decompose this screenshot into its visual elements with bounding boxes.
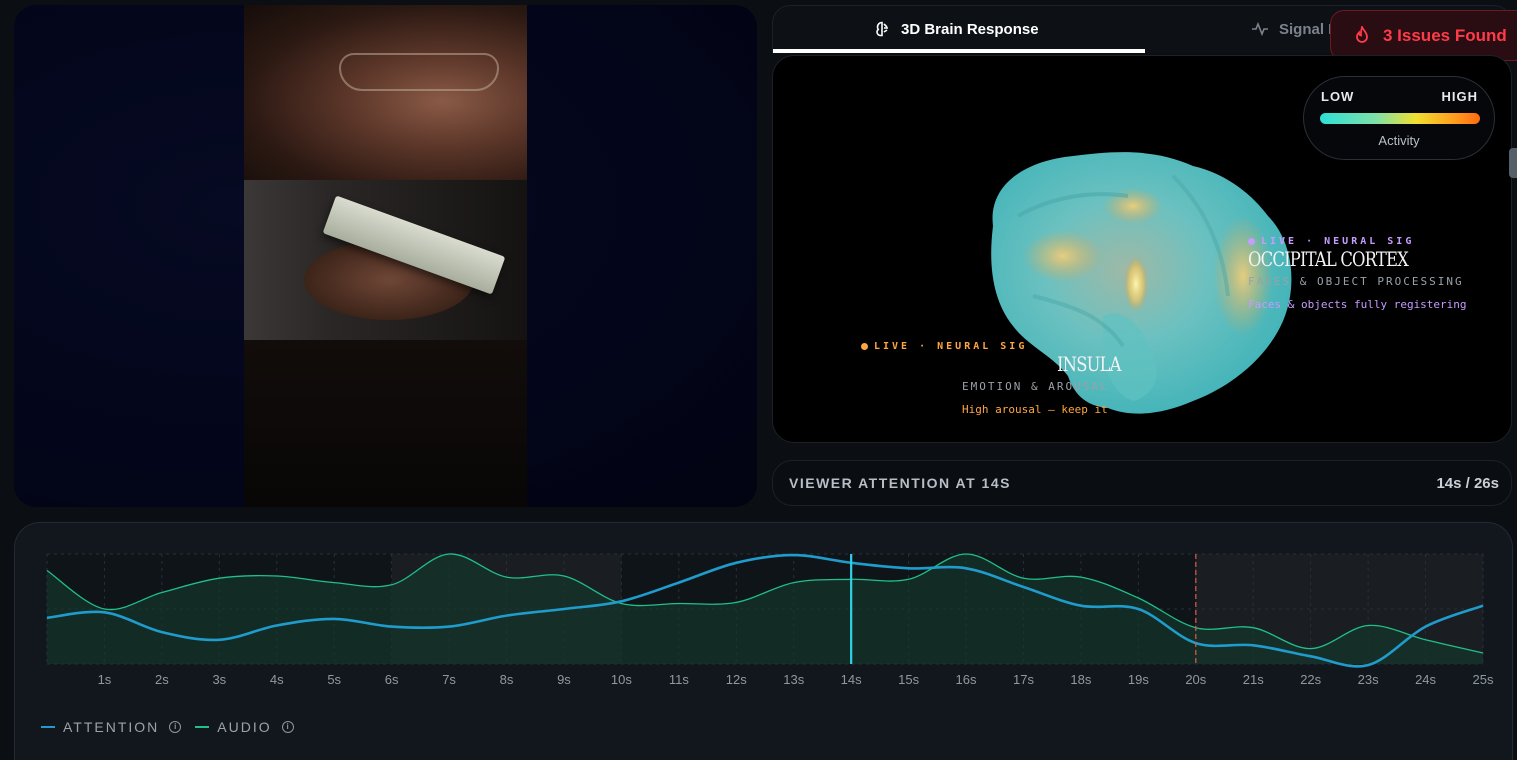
tick-label: 11s bbox=[669, 672, 689, 687]
tick-label: 16s bbox=[956, 672, 977, 687]
legend-high-label: HIGH bbox=[1441, 89, 1478, 104]
tick-label: 15s bbox=[898, 672, 919, 687]
info-icon[interactable]: i bbox=[281, 721, 294, 733]
region-note: Faces & objects fully registering bbox=[1248, 298, 1467, 311]
region-occipital-cortex[interactable]: LIVE · NEURAL SIG OCCIPITAL CORTEX FACES… bbox=[1248, 236, 1467, 311]
live-label: LIVE · NEURAL SIG bbox=[874, 341, 1028, 352]
side-drawer-handle[interactable] bbox=[1509, 148, 1517, 178]
issues-found-button[interactable]: 3 Issues Found bbox=[1330, 10, 1517, 61]
region-name: INSULA bbox=[1057, 352, 1122, 376]
tick-label: 25s bbox=[1473, 672, 1494, 687]
live-dot-icon bbox=[861, 343, 868, 350]
tick-label: 18s bbox=[1070, 672, 1091, 687]
brain-3d-viewport[interactable]: LOW HIGH Activity LIVE · NEURAL SIG OCCI… bbox=[772, 55, 1512, 443]
video-player[interactable] bbox=[14, 5, 757, 507]
tick-label: 22s bbox=[1300, 672, 1321, 687]
tick-label: 12s bbox=[726, 672, 747, 687]
legend-audio-label: AUDIO bbox=[217, 719, 272, 735]
tick-label: 2s bbox=[155, 672, 169, 687]
activity-gradient-bar bbox=[1320, 113, 1480, 124]
tick-label: 24s bbox=[1415, 672, 1436, 687]
legend-attention-label: ATTENTION bbox=[63, 719, 160, 735]
timeline-panel[interactable]: 1s 2s 3s 4s 5s 6s 7s 8s 9s 10s 11s 12s 13s 14s 15s 16s 1… bbox=[14, 522, 1513, 760]
attention-title: VIEWER ATTENTION AT 14S bbox=[789, 475, 1011, 491]
region-function: FACES & OBJECT PROCESSING bbox=[1248, 275, 1464, 288]
tick-label: 6s bbox=[385, 672, 399, 687]
activity-legend: LOW HIGH Activity bbox=[1303, 76, 1495, 160]
region-function: EMOTION & AROUSAL bbox=[962, 380, 1109, 393]
region-note: High arousal — keep it bbox=[962, 403, 1108, 416]
issues-label: 3 Issues Found bbox=[1383, 25, 1507, 45]
tick-label: 21s bbox=[1243, 672, 1264, 687]
region-name: OCCIPITAL CORTEX bbox=[1248, 247, 1409, 271]
audio-swatch bbox=[195, 726, 210, 728]
tick-label: 4s bbox=[270, 672, 284, 687]
legend-low-label: LOW bbox=[1321, 89, 1355, 104]
live-dot-icon bbox=[1248, 238, 1255, 245]
viewer-attention-bar: VIEWER ATTENTION AT 14S 14s / 26s bbox=[772, 460, 1512, 506]
flame-icon bbox=[1356, 25, 1368, 43]
frame-hands-money bbox=[244, 180, 527, 340]
live-indicator: LIVE · NEURAL SIG bbox=[1248, 236, 1467, 247]
tick-label: 13s bbox=[783, 672, 804, 687]
tick-label: 19s bbox=[1128, 672, 1149, 687]
tick-label: 3s bbox=[212, 672, 226, 687]
tick-label: 23s bbox=[1358, 672, 1379, 687]
live-label: LIVE · NEURAL SIG bbox=[1261, 236, 1415, 247]
brain-icon bbox=[876, 21, 888, 37]
tab-label: 3D Brain Response bbox=[901, 20, 1039, 38]
live-indicator: LIVE · NEURAL SIG bbox=[861, 341, 1135, 352]
tick-label: 10s bbox=[611, 672, 632, 687]
tick-label: 20s bbox=[1185, 672, 1206, 687]
region-insula[interactable]: LIVE · NEURAL SIG INSULA EMOTION & AROUS… bbox=[861, 341, 1135, 416]
timeline-legend: ATTENTION i AUDIO i bbox=[41, 719, 308, 735]
tick-label: 9s bbox=[557, 672, 571, 687]
tick-label: 7s bbox=[442, 672, 456, 687]
pulse-icon bbox=[1252, 21, 1268, 37]
tab-3d-brain-response[interactable]: 3D Brain Response bbox=[873, 6, 1039, 52]
tick-label: 1s bbox=[98, 672, 112, 687]
tick-label: 8s bbox=[500, 672, 514, 687]
timeline-chart[interactable]: 1s 2s 3s 4s 5s 6s 7s 8s 9s 10s 11s 12s 13s 14s 15s 16s 1… bbox=[15, 523, 1514, 703]
legend-label: Activity bbox=[1378, 133, 1420, 148]
attention-time: 14s / 26s bbox=[1436, 474, 1499, 492]
tick-label: 5s bbox=[327, 672, 341, 687]
frame-face-closeup bbox=[244, 5, 527, 180]
info-icon[interactable]: i bbox=[169, 721, 182, 733]
active-tab-indicator bbox=[773, 49, 1145, 53]
tab-signal[interactable]: Signal R bbox=[1251, 6, 1339, 52]
legend-attention[interactable]: ATTENTION i bbox=[41, 719, 182, 735]
legend-audio[interactable]: AUDIO i bbox=[195, 719, 294, 735]
frame-dark bbox=[244, 340, 527, 507]
video-frame-stack bbox=[244, 5, 527, 507]
attention-swatch bbox=[41, 726, 55, 728]
tick-label: 14s bbox=[841, 672, 862, 687]
glasses-shape bbox=[339, 53, 499, 91]
tick-label: 17s bbox=[1013, 672, 1034, 687]
